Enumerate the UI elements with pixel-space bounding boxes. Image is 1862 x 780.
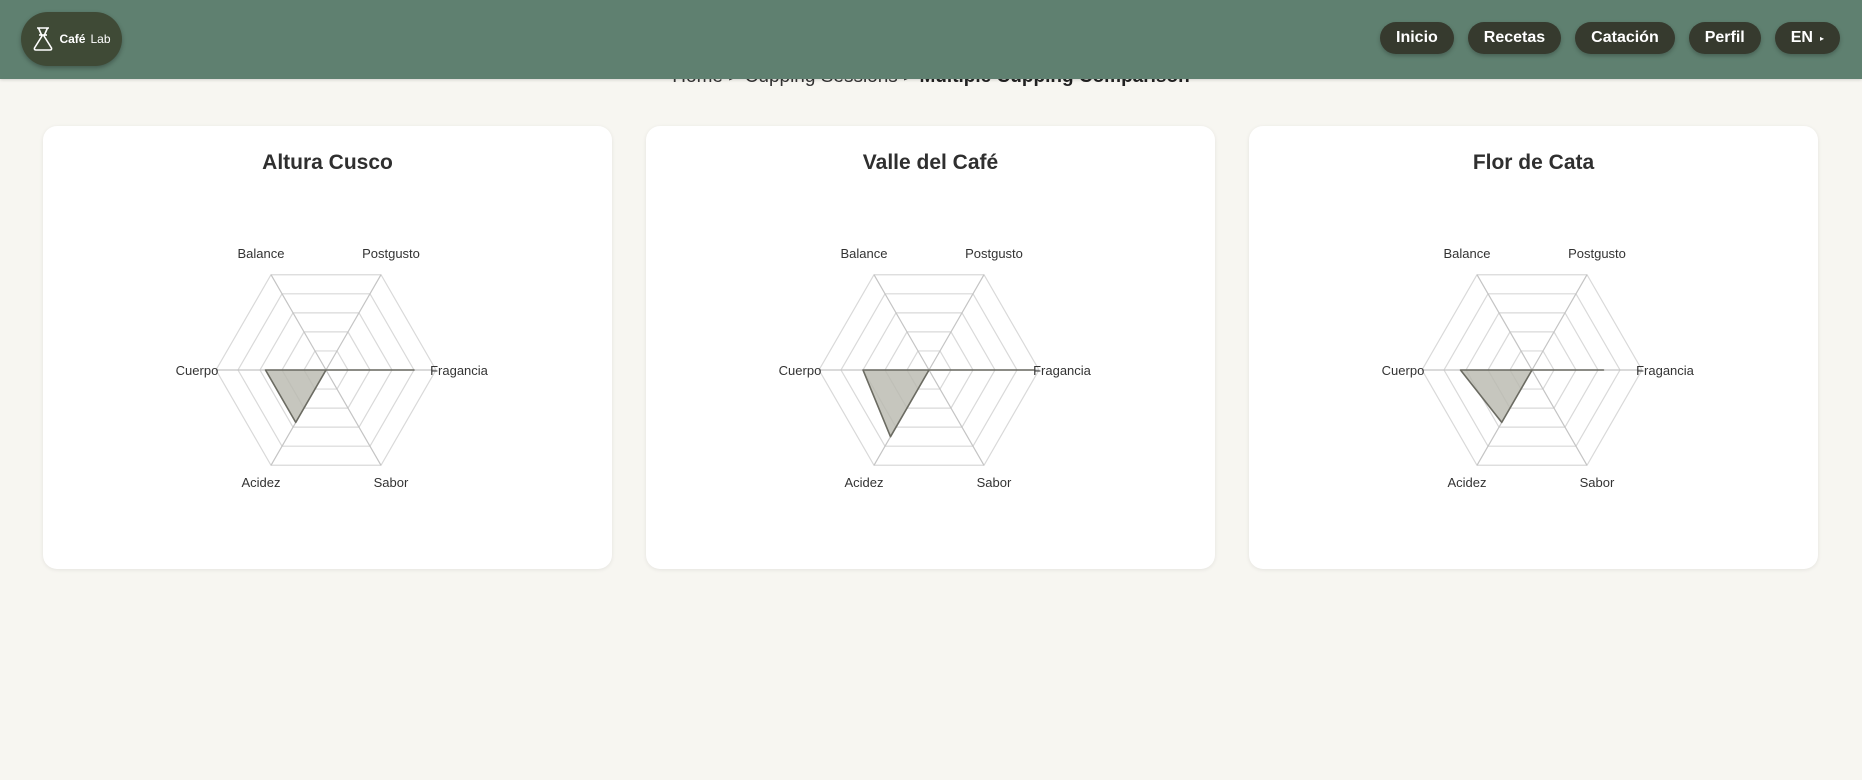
radar-axis-label: Cuerpo: [779, 363, 822, 378]
radar-chart: Fragancia Sabor Acidez Cuerpo Balance Postgus…: [176, 246, 489, 490]
radar-chart: Fragancia Sabor Acidez Cuerpo Balance Postgus…: [779, 246, 1092, 490]
cupping-card: Valle del Café Fragancia Sabor Acidez Cuerp…: [646, 126, 1215, 569]
main-nav: Inicio Recetas Catación Perfil EN ▸: [1380, 22, 1840, 54]
cupping-card: Flor de Cata Fragancia Sabor Acidez Cuerpo B…: [1249, 126, 1818, 569]
radar-axis-line: [325, 369, 382, 466]
nav-perfil-button[interactable]: Perfil: [1688, 22, 1761, 54]
radar-axis-label: Sabor: [1580, 475, 1615, 490]
language-selector-button[interactable]: EN ▸: [1774, 22, 1840, 54]
radar-axis-label: Balance: [1444, 246, 1491, 261]
radar-chart: Fragancia Sabor Acidez Cuerpo Balance Postgus…: [1382, 246, 1695, 490]
language-label: EN: [1790, 29, 1813, 46]
cafe-lab-logo[interactable]: Café Lab: [21, 12, 122, 66]
radar-axis-line: [1476, 274, 1533, 371]
logo-text-suffix: Lab: [90, 32, 111, 46]
comparison-cards: Altura Cusco Fragancia Sabor Acidez Cuerpo B…: [43, 126, 1818, 569]
radar-axis-line: [928, 274, 985, 371]
nav-catacion-button[interactable]: Catación: [1575, 22, 1675, 54]
radar-axis-label: Fragancia: [1033, 363, 1092, 378]
top-navigation-bar: Café Lab Inicio Recetas Catación Perfil …: [0, 0, 1862, 79]
radar-data-area: [264, 369, 415, 424]
radar-axis-label: Balance: [238, 246, 285, 261]
radar-axis-label: Acidez: [844, 475, 883, 490]
radar-axis-line: [928, 369, 985, 466]
radar-axis-line: [1531, 274, 1588, 371]
caret-right-icon: ▸: [1819, 33, 1824, 43]
radar-axis-label: Cuerpo: [176, 363, 219, 378]
chemex-icon: [34, 27, 53, 51]
radar-axis-label: Sabor: [977, 475, 1012, 490]
radar-axis-label: Postgusto: [1568, 246, 1626, 261]
radar-axis-line: [270, 274, 327, 371]
radar-axis-label: Acidez: [1447, 475, 1486, 490]
radar-axis-line: [325, 274, 382, 371]
radar-axis-label: Acidez: [241, 475, 280, 490]
radar-axis-line: [873, 274, 930, 371]
radar-axis-label: Postgusto: [362, 246, 420, 261]
radar-axis-label: Cuerpo: [1382, 363, 1425, 378]
radar-axis-label: Postgusto: [965, 246, 1023, 261]
logo-text: Café: [59, 32, 86, 46]
radar-axis-label: Fragancia: [1636, 363, 1695, 378]
radar-data-area: [1459, 369, 1605, 424]
cupping-card: Altura Cusco Fragancia Sabor Acidez Cuerpo B…: [43, 126, 612, 569]
radar-axis-line: [1531, 369, 1588, 466]
nav-recetas-button[interactable]: Recetas: [1467, 22, 1562, 54]
radar-axis-label: Fragancia: [430, 363, 489, 378]
radar-axis-label: Balance: [841, 246, 888, 261]
nav-inicio-button[interactable]: Inicio: [1380, 22, 1454, 54]
radar-axis-label: Sabor: [374, 475, 409, 490]
